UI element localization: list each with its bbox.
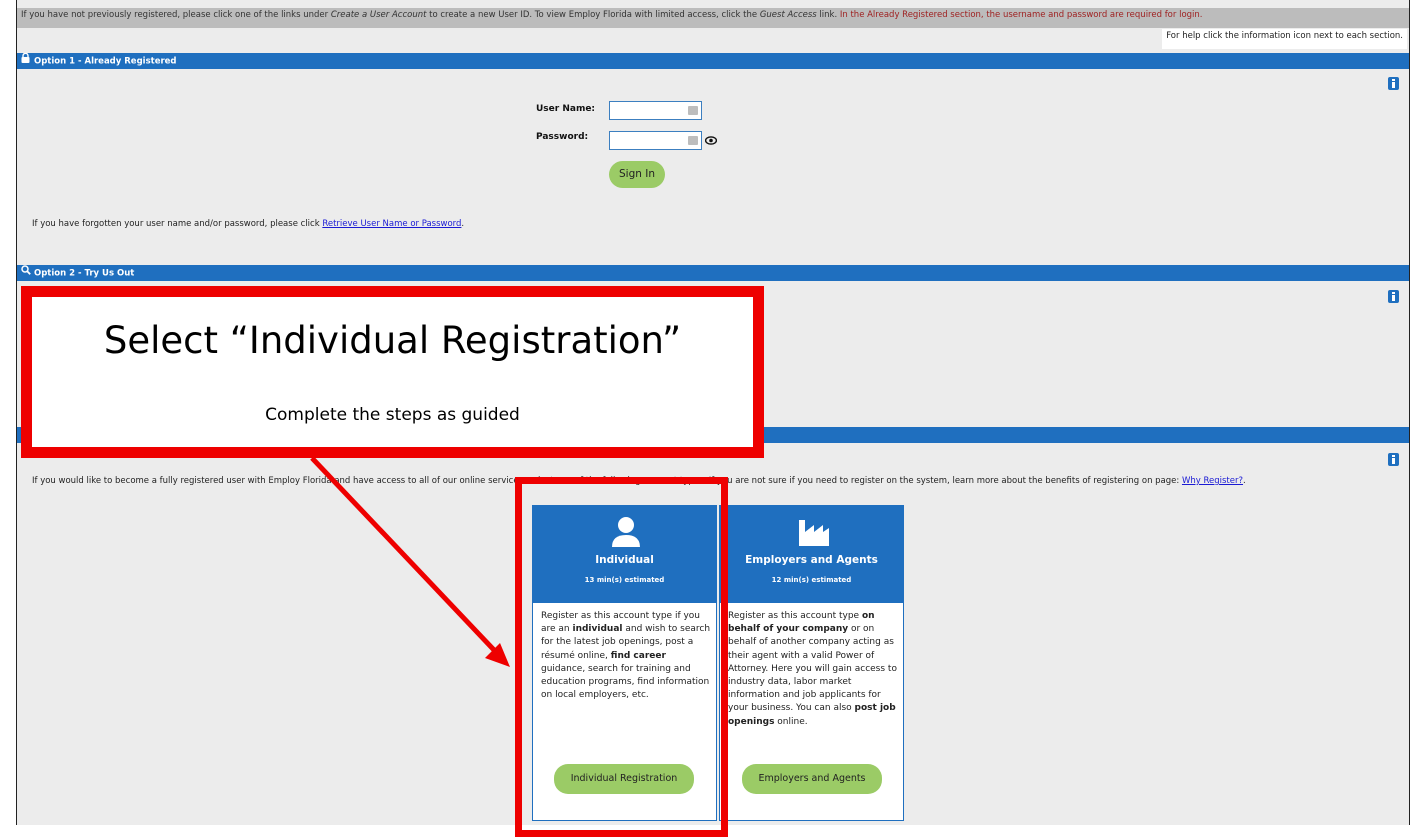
callout-subtitle: Complete the steps as guided	[265, 405, 520, 425]
annotation-callout: Select “Individual Registration” Complet…	[21, 286, 764, 458]
annotation-highlight-box	[515, 477, 728, 837]
callout-title: Select “Individual Registration”	[103, 319, 682, 362]
